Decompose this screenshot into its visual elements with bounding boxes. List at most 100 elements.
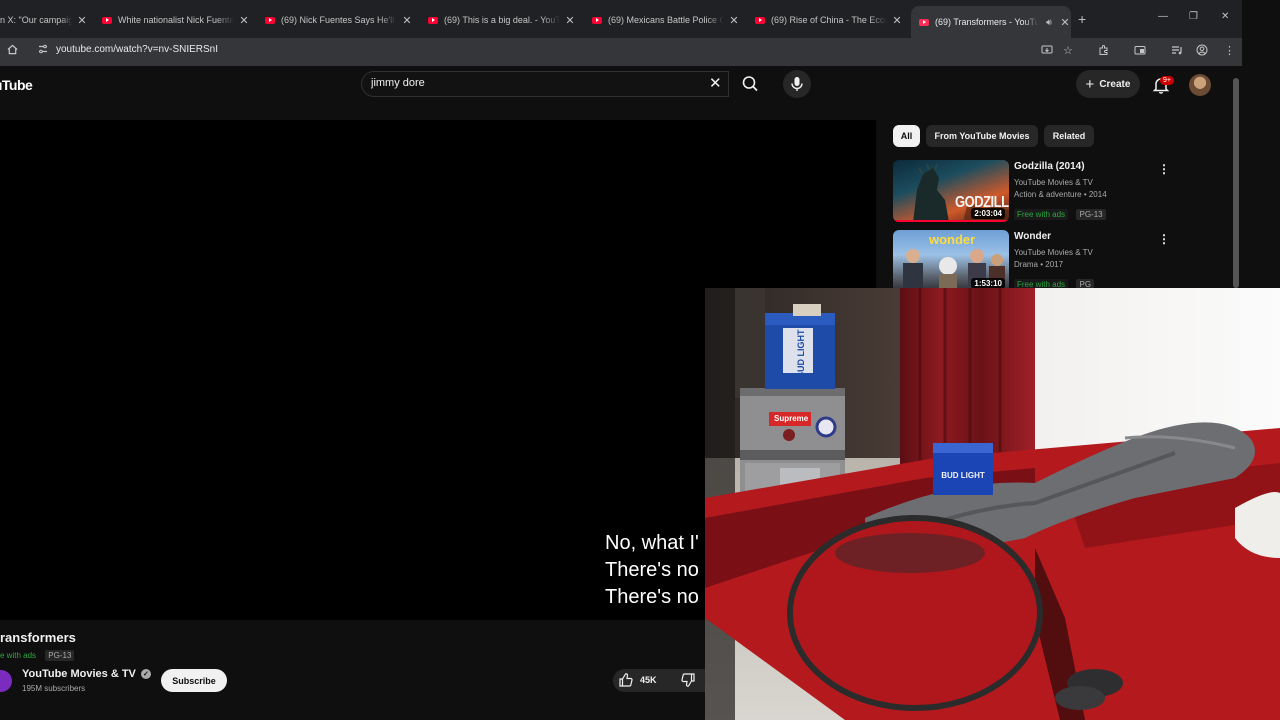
recommendation-title[interactable]: Wonder: [1014, 231, 1051, 242]
search-button[interactable]: [736, 71, 764, 97]
free-with-ads-badge: e with ads: [0, 651, 37, 660]
browser-tab[interactable]: (69) This is a big deal. - YouTube ✕: [428, 6, 576, 34]
create-label: Create: [1099, 78, 1131, 90]
tab-title: (69) This is a big deal. - YouTube: [444, 15, 560, 25]
plus-icon: +: [1085, 75, 1095, 93]
youtube-icon: [428, 16, 438, 24]
close-tab-icon[interactable]: ✕: [728, 14, 740, 27]
channel-name[interactable]: YouTube Movies & TV ✓: [22, 668, 151, 680]
page-scrollbar-thumb[interactable]: [1233, 78, 1239, 288]
create-button[interactable]: + Create: [1076, 70, 1140, 98]
channel-avatar[interactable]: [0, 670, 12, 692]
video-thumbnail[interactable]: GODZILLA 2:03:04: [893, 160, 1009, 222]
recommendation-title[interactable]: Godzilla (2014): [1014, 161, 1085, 172]
video-title: ransformers: [0, 630, 76, 645]
site-info-icon[interactable]: [37, 43, 49, 58]
free-with-ads-badge: Free with ads: [1014, 209, 1069, 220]
youtube-icon: [592, 16, 602, 24]
webcam-scene: BUD LIGHT BUD LIGHT: [705, 288, 1280, 720]
watch-progress-bar: [893, 220, 1009, 222]
box-brand-text: BUD LIGHT: [796, 329, 806, 378]
recommendation-channel[interactable]: YouTube Movies & TV: [1014, 248, 1093, 257]
url-text[interactable]: youtube.com/watch?v=nv-SNIERSnI: [56, 44, 218, 55]
browser-tab-strip: n X: "Our campaign ✕ White nationalist N…: [0, 0, 1242, 38]
like-button[interactable]: 45K: [618, 672, 657, 688]
video-caption: No, what I' There's no There's no: [605, 532, 699, 608]
thumbs-up-icon: [619, 673, 633, 687]
minimize-icon[interactable]: —: [1158, 11, 1168, 22]
browser-tab[interactable]: White nationalist Nick Fuentes ✕: [102, 6, 250, 34]
chip-related[interactable]: Related: [1044, 125, 1094, 147]
close-tab-icon[interactable]: ✕: [401, 14, 413, 27]
more-actions-icon[interactable]: ⋮: [1158, 162, 1170, 176]
account-avatar[interactable]: [1189, 74, 1211, 96]
youtube-icon: [919, 18, 929, 26]
home-icon[interactable]: [7, 44, 18, 58]
youtube-icon: [102, 16, 112, 24]
media-control-icon[interactable]: [1171, 44, 1183, 59]
browser-tab[interactable]: n X: "Our campaign ✕: [0, 6, 88, 34]
supreme-sticker-text: Supreme: [774, 414, 809, 423]
browser-tab[interactable]: (69) Rise of China - The Economy ✕: [755, 6, 903, 34]
browser-tab[interactable]: (69) Mexicans Battle Police Outside ✕: [592, 6, 740, 34]
recommendation-card[interactable]: GODZILLA 2:03:04 Godzilla (2014) YouTube…: [893, 160, 1183, 222]
tab-title: (69) Mexicans Battle Police Outside: [608, 15, 724, 25]
close-window-icon[interactable]: ✕: [1221, 11, 1229, 22]
close-tab-icon[interactable]: ✕: [564, 14, 576, 27]
verified-check-icon: ✓: [140, 669, 151, 679]
more-actions-icon[interactable]: ⋮: [1158, 232, 1170, 246]
rating-badge: PG-13: [1076, 209, 1106, 220]
clear-search-icon[interactable]: ✕: [709, 74, 722, 92]
maximize-icon[interactable]: ❐: [1189, 11, 1198, 22]
recommendation-badges: Free with ads PG-13: [1014, 204, 1106, 222]
notification-count-badge: 9+: [1160, 76, 1174, 85]
recommendation-meta: Action & adventure • 2014: [1014, 190, 1107, 199]
subscriber-count: 195M subscribers: [22, 684, 86, 693]
bookmark-star-icon[interactable]: ☆: [1063, 44, 1073, 57]
close-tab-icon[interactable]: ✕: [76, 14, 88, 27]
can-brand-text: BUD LIGHT: [941, 471, 985, 480]
tab-title: (69) Rise of China - The Economy: [771, 15, 887, 25]
youtube-icon: [265, 16, 275, 24]
thumbnail-title-art: wonder: [929, 232, 976, 247]
youtube-logo[interactable]: YouTube: [0, 77, 33, 93]
install-app-icon[interactable]: [1041, 44, 1053, 59]
chip-all[interactable]: All: [893, 125, 920, 147]
new-tab-button[interactable]: +: [1078, 11, 1086, 27]
tab-title: n X: "Our campaign: [0, 15, 72, 25]
tab-title: White nationalist Nick Fuentes: [118, 15, 234, 25]
split-view-icon[interactable]: [1134, 44, 1146, 59]
recommendation-channel[interactable]: YouTube Movies & TV: [1014, 178, 1093, 187]
tab-title: (69) Transformers - YouTube: [935, 17, 1039, 27]
extensions-icon[interactable]: [1098, 44, 1110, 59]
video-thumbnail[interactable]: wonder 1:53:10: [893, 230, 1009, 292]
webcam-overlay: BUD LIGHT BUD LIGHT Supreme: [705, 288, 1280, 720]
like-count: 45K: [640, 675, 657, 685]
tab-title: (69) Nick Fuentes Says He'll Ally: [281, 15, 397, 25]
close-tab-icon[interactable]: ✕: [1059, 16, 1071, 29]
browser-tab-active[interactable]: (69) Transformers - YouTube 🔊︎ ✕: [911, 6, 1071, 38]
search-box[interactable]: [361, 71, 729, 97]
recommendation-card[interactable]: wonder 1:53:10 Wonder YouTube Movies & T…: [893, 230, 1183, 292]
microphone-icon: [791, 77, 803, 91]
search-input[interactable]: [371, 77, 691, 89]
dislike-button[interactable]: [680, 672, 696, 693]
close-tab-icon[interactable]: ✕: [238, 14, 250, 27]
video-duration: 2:03:04: [971, 208, 1005, 219]
close-tab-icon[interactable]: ✕: [891, 14, 903, 27]
rating-badge: PG-13: [45, 650, 75, 661]
thumbs-down-icon: [681, 673, 695, 687]
video-availability: e with ads PG-13: [0, 650, 75, 661]
more-menu-icon[interactable]: ⋮: [1224, 44, 1235, 57]
profile-icon[interactable]: [1196, 44, 1208, 59]
channel-name-text: YouTube Movies & TV: [22, 668, 136, 680]
chip-from-youtube-movies[interactable]: From YouTube Movies: [926, 125, 1038, 147]
voice-search-button[interactable]: [783, 70, 811, 98]
search-icon: [742, 76, 758, 92]
logo-text: YouTube: [0, 77, 33, 93]
youtube-header: YouTube ✕ + Create: [0, 66, 1230, 112]
youtube-icon: [755, 16, 765, 24]
speaker-icon[interactable]: 🔊︎: [1043, 17, 1055, 28]
browser-tab[interactable]: (69) Nick Fuentes Says He'll Ally ✕: [265, 6, 413, 34]
subscribe-button[interactable]: Subscribe: [161, 669, 227, 692]
